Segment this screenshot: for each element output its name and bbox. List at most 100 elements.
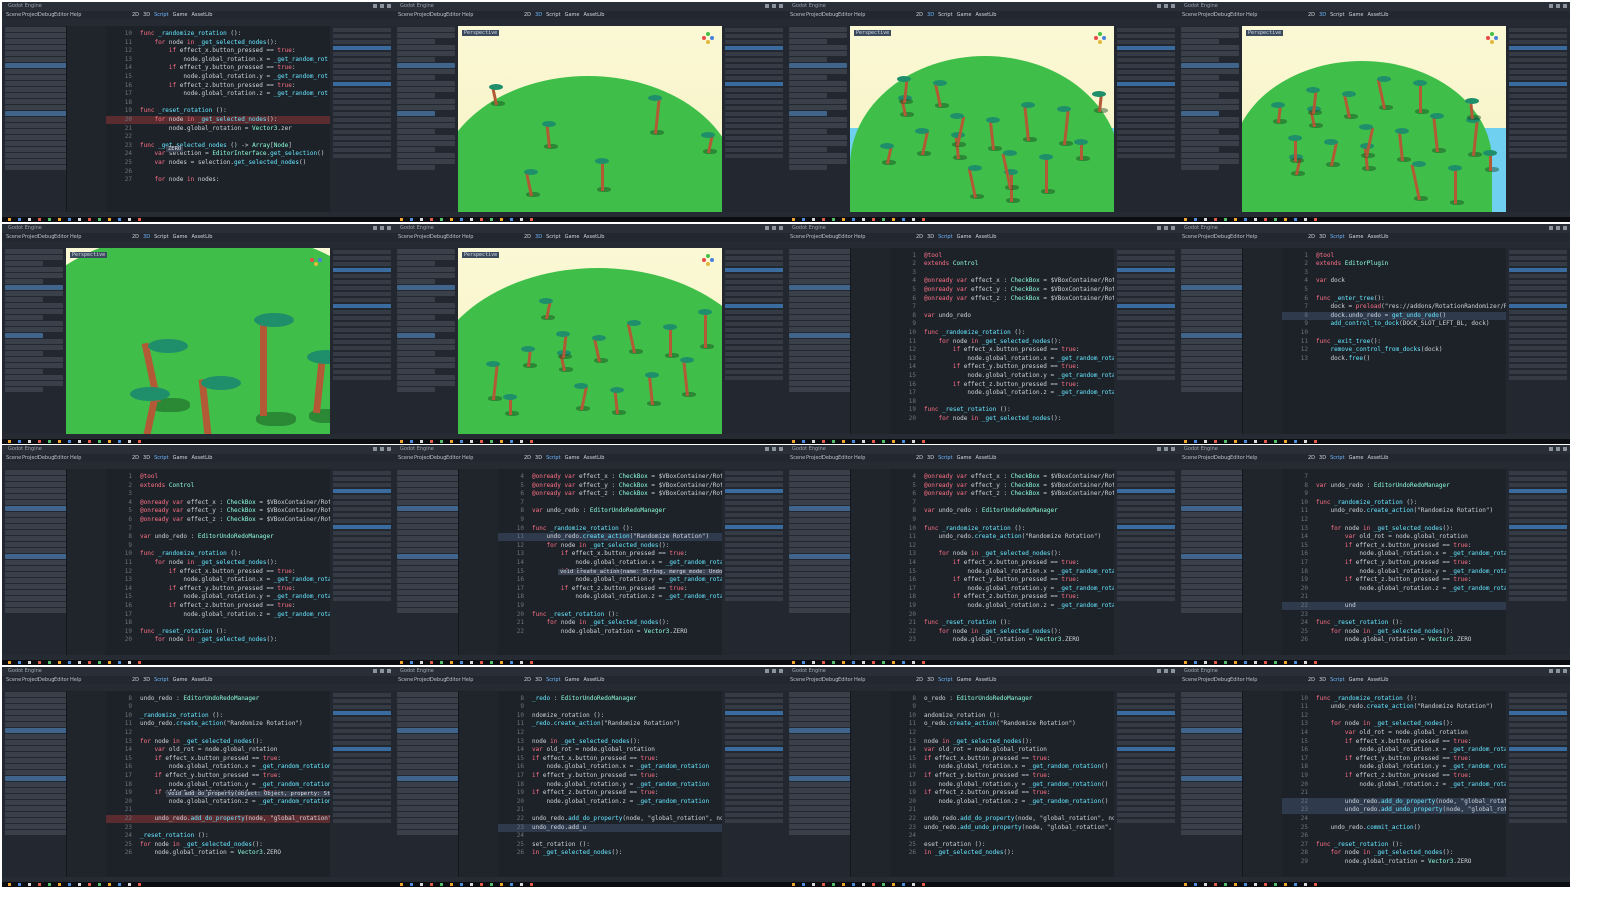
menu-item[interactable]: Help xyxy=(854,455,865,461)
menu-item[interactable]: Help xyxy=(462,12,473,18)
taskbar-app-icon[interactable] xyxy=(822,882,825,886)
taskbar-app-icon[interactable] xyxy=(480,218,483,221)
inspector-row[interactable] xyxy=(1117,46,1175,50)
mode-tab-script[interactable]: Script xyxy=(938,12,953,18)
inspector-row[interactable] xyxy=(1117,531,1175,535)
code-line[interactable]: 3 xyxy=(106,490,330,498)
taskbar-app-icon[interactable] xyxy=(440,439,443,443)
inspector-row[interactable] xyxy=(1117,279,1175,284)
tree-item[interactable] xyxy=(789,314,852,320)
inspector-row[interactable] xyxy=(725,375,783,380)
menu-item[interactable]: Editor xyxy=(446,455,461,461)
inspector-row[interactable] xyxy=(1509,70,1567,74)
close-icon[interactable] xyxy=(387,447,391,451)
code-line[interactable]: 21 xyxy=(106,806,330,814)
code-line[interactable]: 5 @onready var effect_y : CheckBox = $VBo… xyxy=(106,507,330,515)
inspector-row[interactable] xyxy=(725,297,783,302)
inspector-row[interactable] xyxy=(1509,489,1567,493)
minimize-icon[interactable] xyxy=(1157,225,1161,230)
code-line[interactable]: 3 xyxy=(1282,269,1506,277)
maximize-icon[interactable] xyxy=(1164,4,1168,8)
inspector-row[interactable] xyxy=(1117,249,1175,254)
code-line[interactable]: 16 node.global_rotation.x = _get_random_… xyxy=(106,763,330,771)
code-line[interactable]: 14 node.global_rotation.x = _get_random_… xyxy=(498,559,722,567)
minimize-icon[interactable] xyxy=(1549,4,1553,8)
taskbar-app-icon[interactable] xyxy=(460,882,463,886)
tree-item[interactable] xyxy=(5,608,68,613)
code-line[interactable]: 7 xyxy=(1282,473,1506,481)
taskbar-app-icon[interactable] xyxy=(520,661,523,664)
inspector-row[interactable] xyxy=(1117,776,1175,781)
code-line[interactable]: 11 for node in _get_selected_nodes(): xyxy=(890,338,1114,346)
tree-item[interactable] xyxy=(789,69,847,74)
inspector-row[interactable] xyxy=(1509,303,1567,308)
inspector-row[interactable] xyxy=(725,52,783,56)
tree-item[interactable] xyxy=(1181,739,1244,745)
inspector-row[interactable] xyxy=(1117,501,1175,505)
tree-item[interactable] xyxy=(789,350,852,356)
tree-item[interactable] xyxy=(5,757,68,763)
tree-item[interactable] xyxy=(1181,829,1244,835)
tree-item[interactable] xyxy=(5,272,63,278)
taskbar-app-icon[interactable] xyxy=(802,882,805,886)
tree-item[interactable] xyxy=(397,63,455,68)
code-line[interactable]: 1 @tool xyxy=(1282,252,1506,260)
mode-tab-script[interactable]: Script xyxy=(1330,677,1345,683)
taskbar-app-icon[interactable] xyxy=(38,439,41,443)
mode-tab-2d[interactable]: 2D xyxy=(132,677,139,683)
inspector-row[interactable] xyxy=(333,142,391,146)
code-line[interactable]: 12 xyxy=(890,729,1114,737)
inspector-row[interactable] xyxy=(1117,148,1175,152)
taskbar-app-icon[interactable] xyxy=(430,218,433,221)
mode-tab-3d[interactable]: 3D xyxy=(1319,455,1326,461)
taskbar-app-icon[interactable] xyxy=(1264,661,1267,664)
taskbar-app-icon[interactable] xyxy=(912,882,915,886)
inspector-row[interactable] xyxy=(725,261,783,266)
inspector-row[interactable] xyxy=(725,249,783,254)
inspector-row[interactable] xyxy=(333,782,391,787)
inspector-row[interactable] xyxy=(725,363,783,368)
minimize-icon[interactable] xyxy=(373,447,377,451)
taskbar-app-icon[interactable] xyxy=(128,439,131,443)
minimize-icon[interactable] xyxy=(1157,668,1161,673)
tree-item[interactable] xyxy=(1181,590,1244,595)
mode-tab-game[interactable]: Game xyxy=(173,12,188,18)
taskbar-app-icon[interactable] xyxy=(1274,661,1277,664)
inspector-row[interactable] xyxy=(725,70,783,74)
code-line[interactable]: 6 @onready var effect_z : CheckBox = $VBo… xyxy=(890,490,1114,498)
tree-item[interactable] xyxy=(5,500,68,505)
maximize-icon[interactable] xyxy=(772,4,776,8)
mode-tab-game[interactable]: Game xyxy=(565,677,580,683)
tree-item[interactable] xyxy=(5,554,68,559)
menu-item[interactable]: Project xyxy=(22,455,39,461)
code-line[interactable]: 10 ndomize_rotation (): xyxy=(498,712,722,720)
taskbar-app-icon[interactable] xyxy=(1314,218,1317,221)
taskbar-app-icon[interactable] xyxy=(912,218,915,221)
taskbar-app-icon[interactable] xyxy=(1244,882,1247,886)
inspector-row[interactable] xyxy=(1509,124,1567,128)
menu-item[interactable]: Editor xyxy=(446,234,461,240)
tree-item[interactable] xyxy=(5,260,44,266)
mode-tab-3d[interactable]: 3D xyxy=(143,234,150,240)
tree-item[interactable] xyxy=(5,332,44,338)
tree-item[interactable] xyxy=(1181,500,1244,505)
tree-item[interactable] xyxy=(1181,703,1244,709)
tree-item[interactable] xyxy=(397,793,460,799)
menu-item[interactable]: Help xyxy=(1246,12,1257,18)
tree-item[interactable] xyxy=(1181,350,1244,356)
tree-item[interactable] xyxy=(789,57,828,62)
inspector-row[interactable] xyxy=(333,124,391,128)
tree-item[interactable] xyxy=(1181,111,1220,116)
code-line[interactable]: 15 node.global_rotation.y = _get_random_… xyxy=(106,593,330,601)
inspector-row[interactable] xyxy=(1117,309,1175,314)
viewport-perspective-label[interactable]: Perspective xyxy=(462,30,500,36)
tree-item[interactable] xyxy=(789,63,847,68)
code-editor[interactable]: 1 @tool 2 extends Control 3 4 @onready var eff… xyxy=(890,247,1114,434)
inspector-row[interactable] xyxy=(333,88,391,92)
taskbar-app-icon[interactable] xyxy=(1234,218,1237,221)
taskbar-app-icon[interactable] xyxy=(1254,661,1257,664)
taskbar-app-icon[interactable] xyxy=(872,661,875,664)
taskbar-app-icon[interactable] xyxy=(832,218,835,221)
code-line[interactable]: 18 xyxy=(106,619,330,627)
tree-item[interactable] xyxy=(789,39,828,44)
